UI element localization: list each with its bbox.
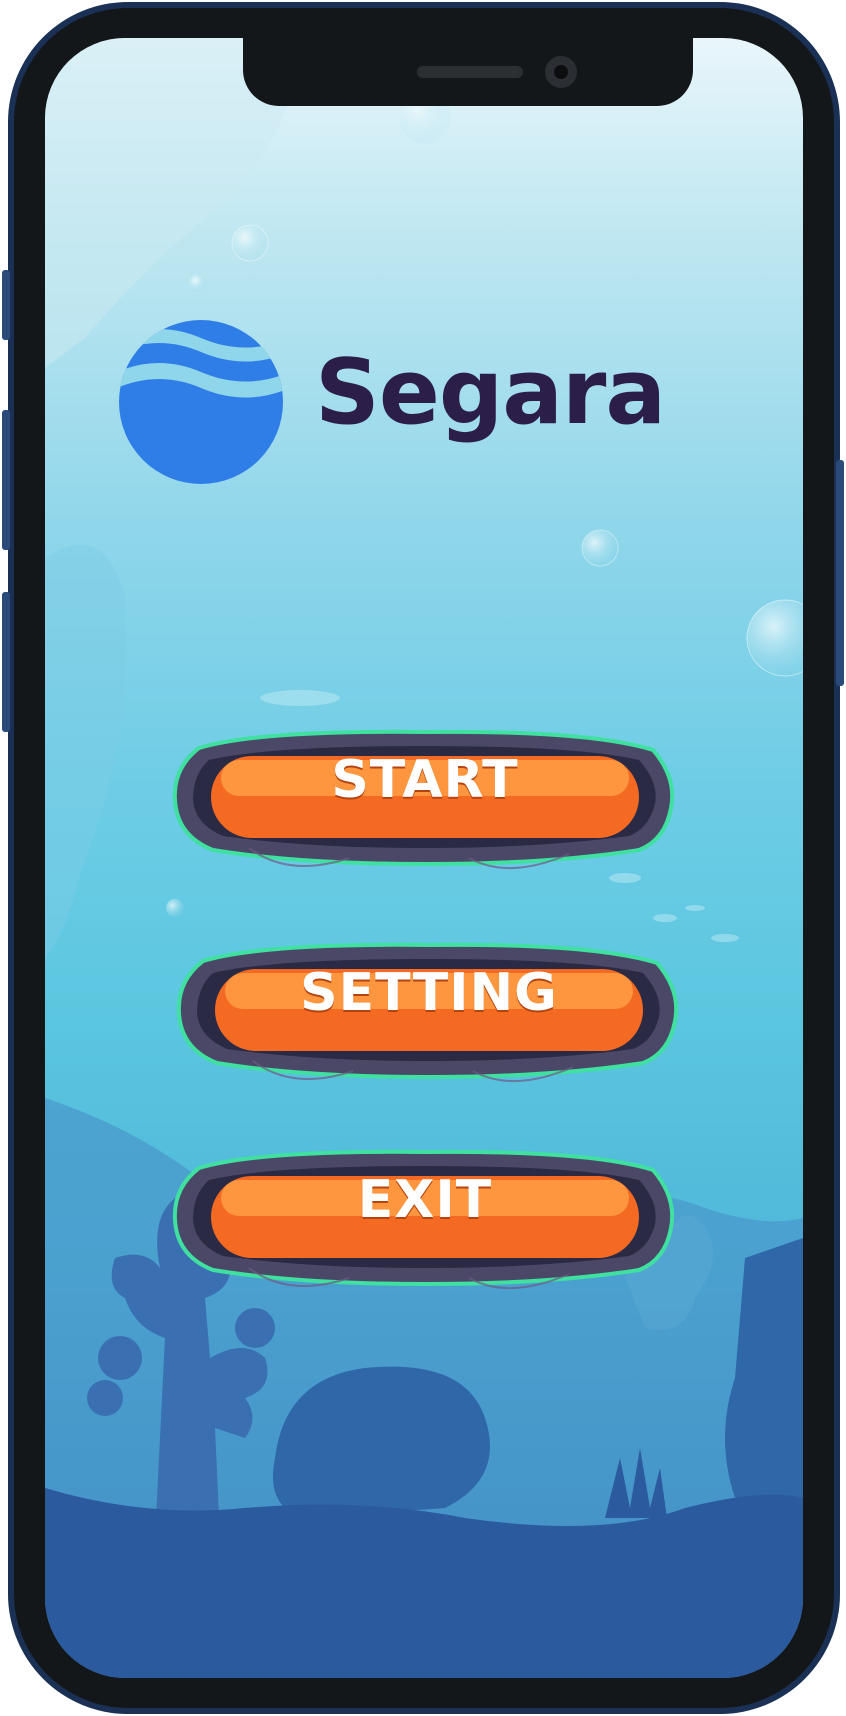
start-button[interactable]: START (169, 708, 681, 878)
mute-switch (2, 270, 10, 340)
phone-notch (243, 38, 693, 106)
brand-logo: Segara (117, 318, 717, 498)
setting-button-label: SETTING (300, 963, 558, 1023)
front-camera (545, 56, 577, 88)
exit-button-label: EXIT (357, 1170, 493, 1230)
volume-up-button (2, 410, 10, 550)
game-screen: Segara START SETTING EXIT (45, 38, 803, 1678)
setting-button[interactable]: SETTING (173, 921, 685, 1091)
device-mockup: Segara START SETTING EXIT (0, 0, 846, 1716)
start-button-label: START (331, 750, 519, 810)
wave-globe-icon (119, 320, 283, 484)
speaker-grille (417, 66, 523, 78)
power-button (836, 460, 844, 686)
brand-name: Segara (315, 340, 666, 445)
exit-button[interactable]: EXIT (169, 1128, 681, 1298)
volume-down-button (2, 592, 10, 732)
